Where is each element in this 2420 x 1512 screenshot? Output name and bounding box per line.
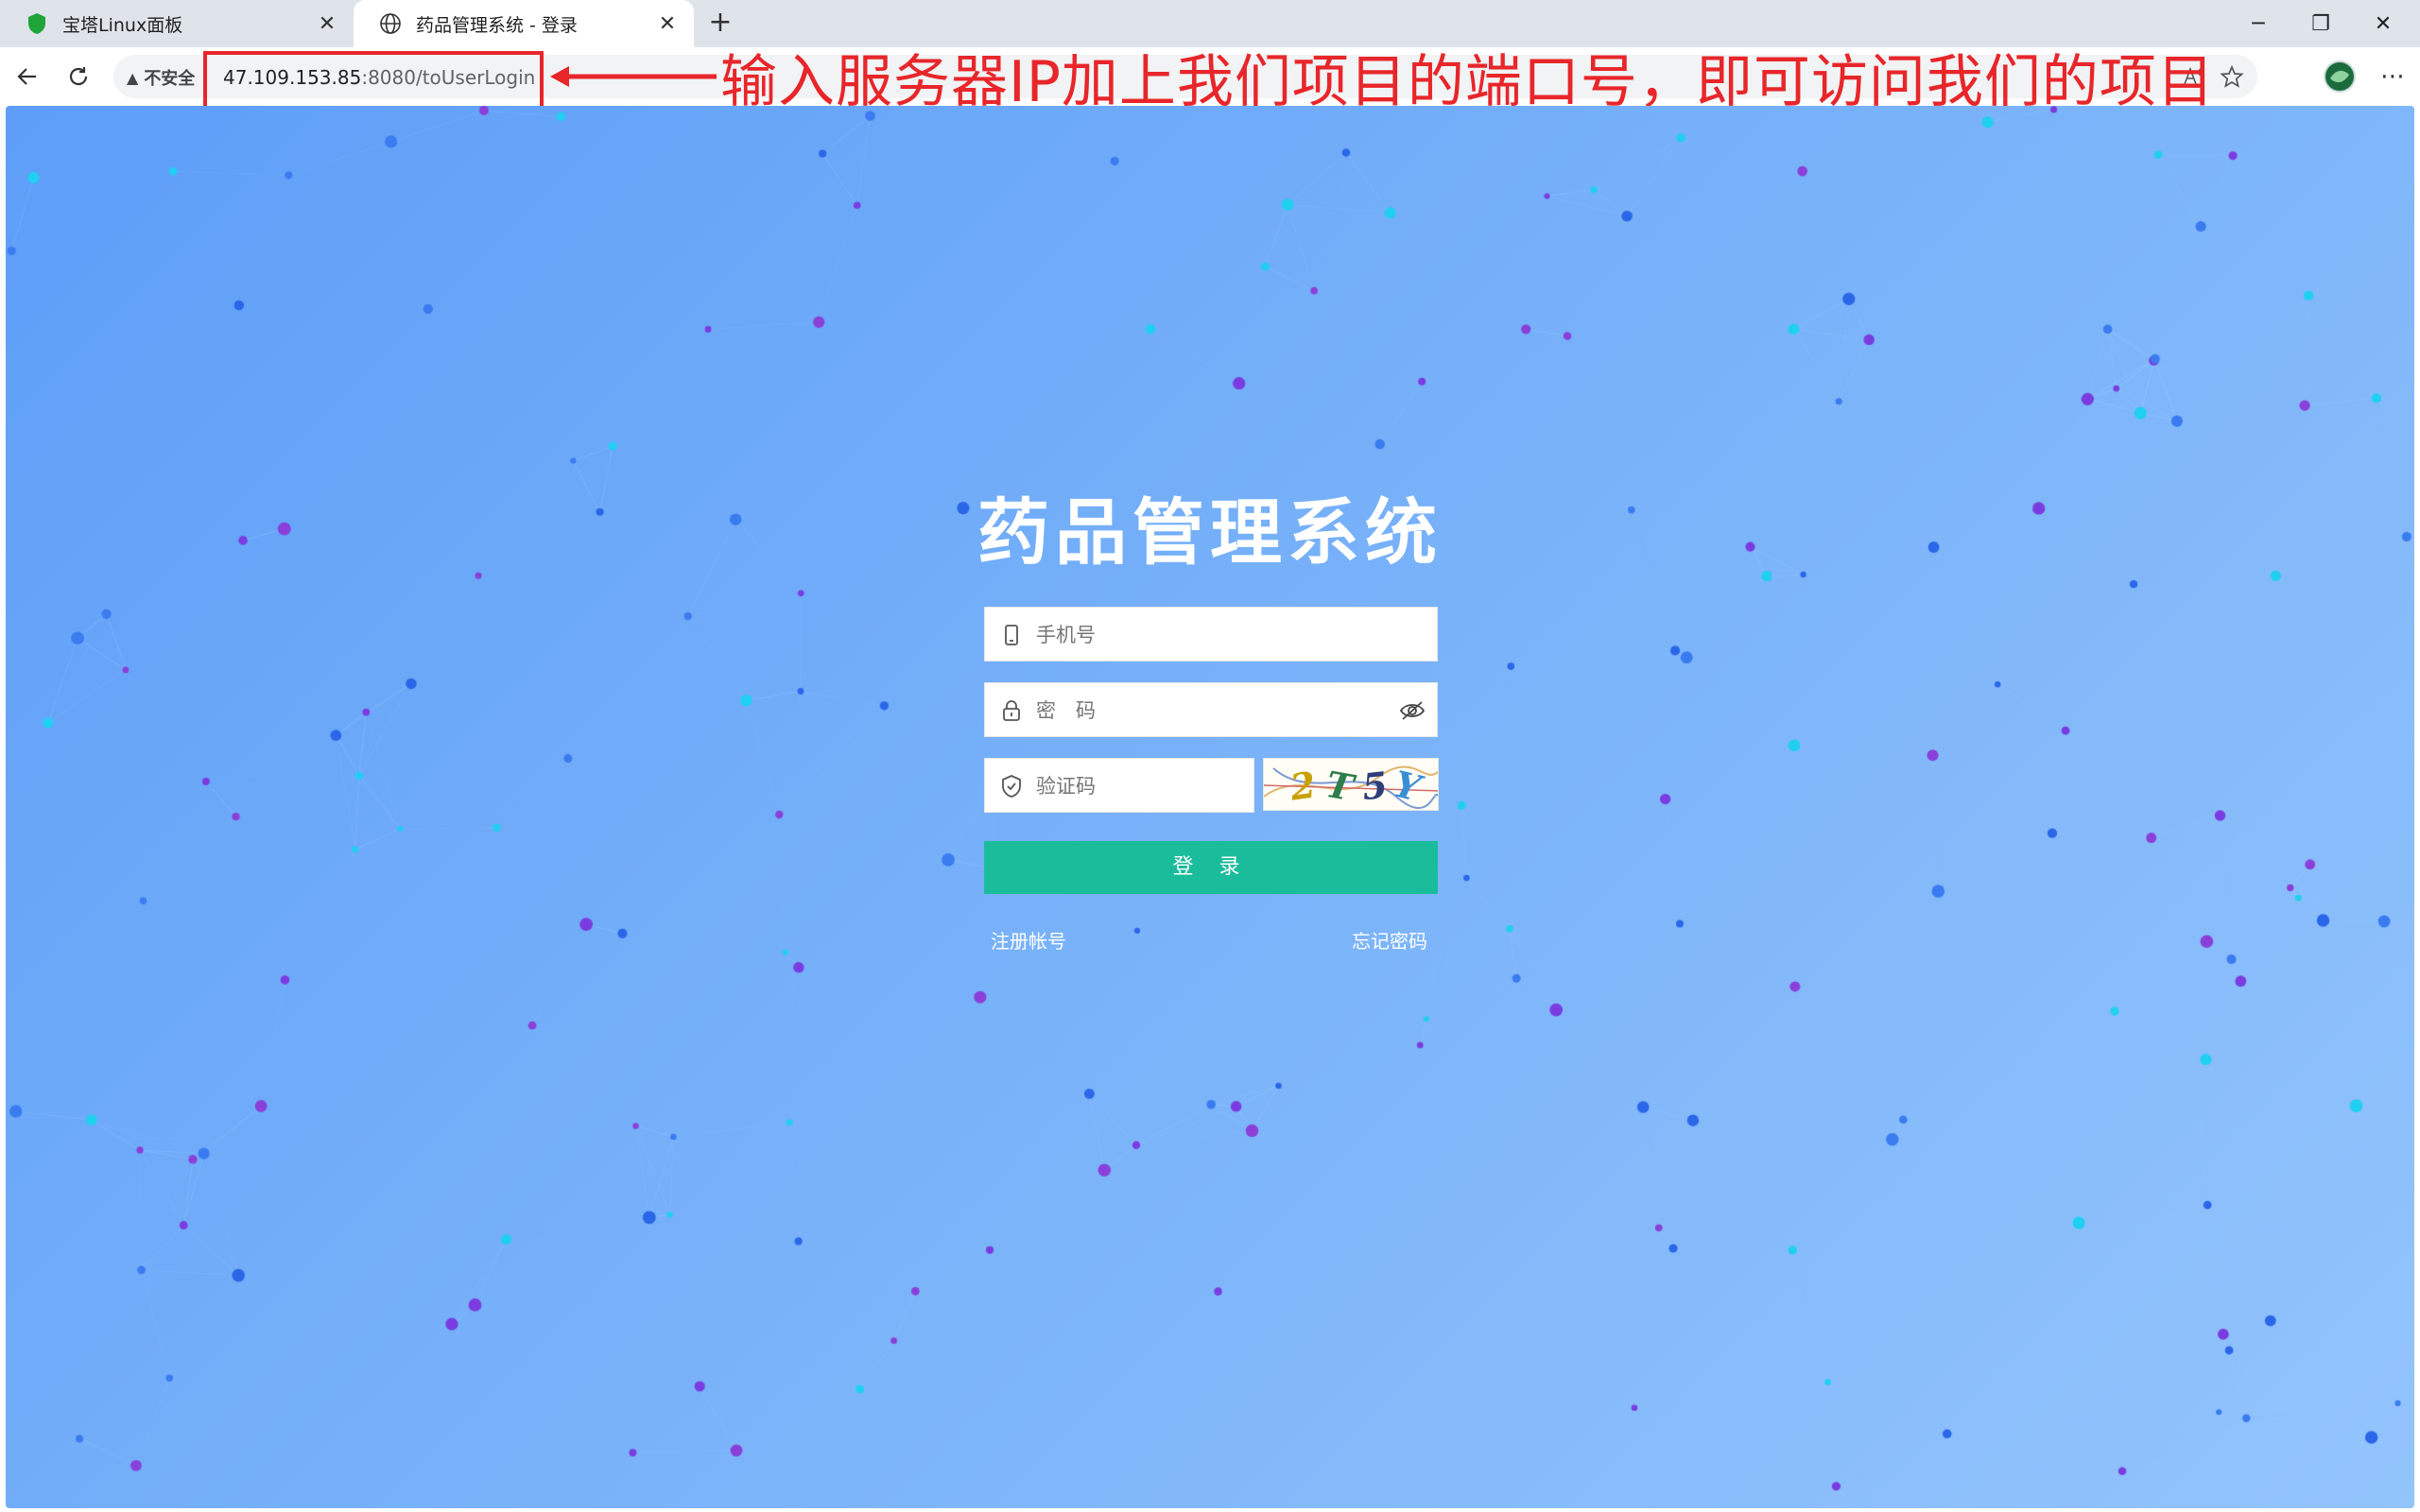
- phone-field[interactable]: [984, 607, 1438, 662]
- tab-title: 药品管理系统 - 登录: [416, 14, 578, 36]
- register-link[interactable]: 注册帐号: [991, 926, 1066, 954]
- captcha-input[interactable]: [1034, 759, 1212, 814]
- close-window-button[interactable]: ✕: [2352, 0, 2414, 47]
- captcha-field[interactable]: [984, 758, 1254, 814]
- more-menu-icon[interactable]: ⋯: [2375, 59, 2411, 94]
- restore-button[interactable]: ❐: [2290, 0, 2352, 47]
- favorite-star-icon[interactable]: [2218, 62, 2246, 91]
- security-indicator[interactable]: ▲ 不安全: [127, 65, 195, 90]
- tab-login[interactable]: 药品管理系统 - 登录 ✕: [354, 0, 694, 47]
- close-icon[interactable]: ✕: [654, 12, 681, 36]
- globe-icon: [378, 11, 403, 36]
- shield-icon: [25, 11, 49, 36]
- warning-icon: ▲: [127, 68, 139, 87]
- forgot-password-link[interactable]: 忘记密码: [1352, 926, 1427, 954]
- back-icon[interactable]: [9, 59, 45, 94]
- lock-icon: [1003, 700, 1020, 721]
- tab-title: 宝塔Linux面板: [62, 14, 183, 36]
- page-title: 药品管理系统: [977, 490, 1443, 575]
- profile-avatar[interactable]: [2322, 59, 2358, 94]
- annotation-highlight-box: [203, 51, 544, 112]
- password-input[interactable]: [1034, 683, 1395, 738]
- captcha-char: 5: [1359, 763, 1390, 809]
- captcha-image[interactable]: 2 T 5 Y: [1263, 758, 1439, 811]
- shield-check-icon: [1002, 775, 1021, 798]
- reload-icon[interactable]: [60, 59, 96, 94]
- new-tab-button[interactable]: +: [703, 6, 737, 40]
- close-icon[interactable]: ✕: [314, 12, 340, 36]
- minimize-button[interactable]: ─: [2227, 0, 2290, 47]
- eye-hidden-icon[interactable]: [1399, 698, 1426, 723]
- login-button[interactable]: 登 录: [984, 841, 1438, 894]
- phone-icon: [1005, 625, 1018, 645]
- phone-input[interactable]: [1034, 608, 1395, 662]
- security-label: 不安全: [144, 69, 196, 89]
- tab-baota[interactable]: 宝塔Linux面板 ✕: [0, 0, 354, 47]
- password-field[interactable]: [984, 682, 1438, 738]
- login-page: 药品管理系统 2 T 5 Y 登 录 注册帐号: [6, 106, 2414, 1508]
- annotation-arrow-icon: [550, 66, 717, 87]
